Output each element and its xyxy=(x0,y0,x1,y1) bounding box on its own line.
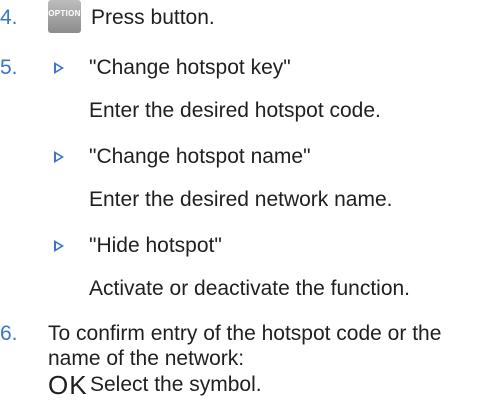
step-4-text: Press button. xyxy=(91,6,215,29)
ok-symbol: OK xyxy=(48,370,88,400)
triangle-bullet-icon xyxy=(54,240,64,252)
step-6-text-line1: To confirm entry of the hotspot code or … xyxy=(48,322,442,345)
triangle-bullet-icon xyxy=(54,62,64,74)
option-label: "Hide hotspot" xyxy=(89,234,222,257)
option-detail: Enter the desired network name. xyxy=(89,188,393,211)
ok-symbol-text: Select the symbol. xyxy=(90,373,262,396)
option-button[interactable]: OPTION xyxy=(48,0,81,33)
triangle-bullet-icon xyxy=(54,151,64,163)
step-6-number: 6. xyxy=(0,322,18,345)
step-6-text-line2: name of the network: xyxy=(48,347,245,370)
option-detail: Activate or deactivate the function. xyxy=(89,277,411,300)
step-5-number: 5. xyxy=(0,56,18,79)
option-detail: Enter the desired hotspot code. xyxy=(89,99,381,122)
option-label: "Change hotspot key" xyxy=(89,56,291,79)
step-4-number: 4. xyxy=(0,6,18,29)
option-label: "Change hotspot name" xyxy=(89,145,311,168)
